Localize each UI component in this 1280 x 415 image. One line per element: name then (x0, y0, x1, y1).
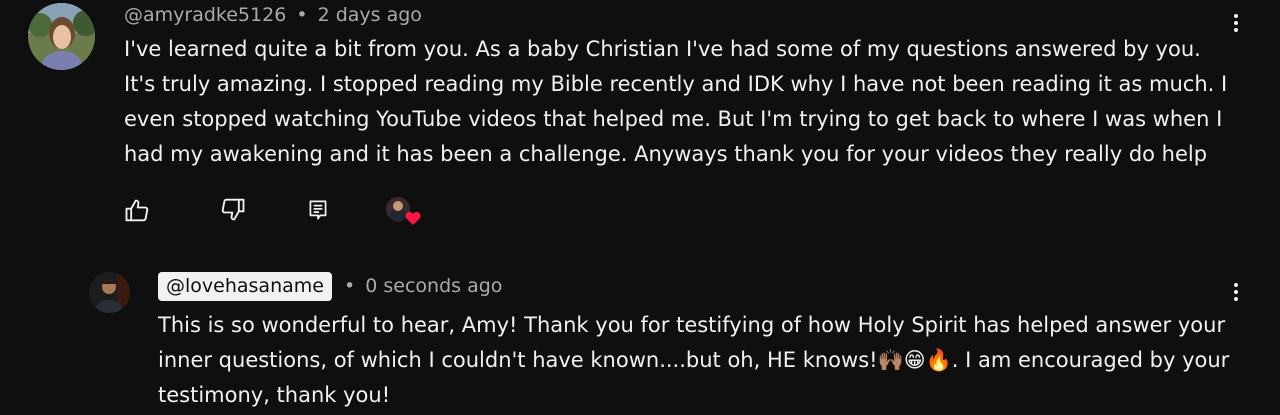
comment-thread: @amyradke5126 • 2 days ago I've learned … (0, 0, 1280, 240)
thumbs-down-icon (221, 198, 245, 221)
reply-more-options-icon[interactable] (1226, 277, 1246, 307)
creator-heart-icon (386, 197, 421, 225)
reply-button[interactable] (303, 195, 333, 225)
comment-timestamp[interactable]: 2 days ago (318, 4, 422, 26)
comment-author[interactable]: @amyradke5126 (124, 4, 286, 26)
reply-emojis: 🙌🏽😁🔥 (877, 348, 952, 372)
meta-separator: • (344, 275, 356, 297)
meta-separator: • (296, 4, 308, 26)
thumbs-up-icon (125, 199, 149, 222)
like-button[interactable] (122, 196, 152, 226)
creator-heart[interactable] (384, 196, 424, 226)
reply-author[interactable]: @lovehasaname (158, 272, 332, 301)
reply-thread: @lovehasaname • 0 seconds ago This is so… (0, 262, 1280, 415)
reply-text: This is so wonderful to hear, Amy! Thank… (158, 308, 1238, 413)
reply-meta: @lovehasaname • 0 seconds ago (158, 272, 502, 301)
comment-meta: @amyradke5126 • 2 days ago (124, 4, 422, 26)
comment-text: I've learned quite a bit from you. As a … (124, 37, 1228, 166)
reply-icon (309, 200, 327, 220)
reply-avatar[interactable] (89, 272, 130, 313)
reply-timestamp[interactable]: 0 seconds ago (365, 275, 502, 297)
avatar[interactable] (28, 3, 95, 70)
dislike-button[interactable] (218, 194, 248, 224)
